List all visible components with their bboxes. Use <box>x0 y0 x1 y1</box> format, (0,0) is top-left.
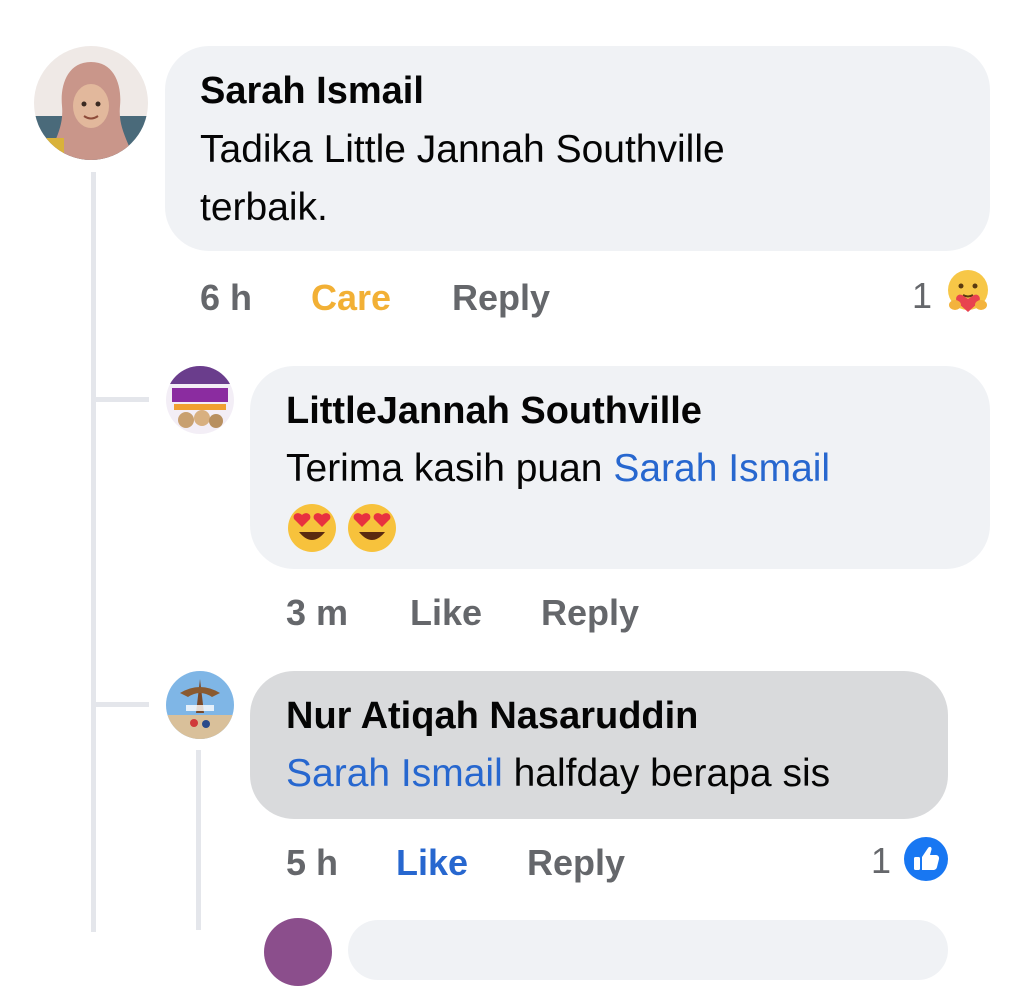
heart-eyes-emoji-icon <box>288 504 336 552</box>
like-button-active[interactable]: Like <box>396 842 468 884</box>
avatar-nuratiqah-icon <box>166 671 234 739</box>
comment-text: Terima kasih puan Sarah Ismail <box>286 440 966 498</box>
comment-timestamp[interactable]: 6 h <box>200 277 252 319</box>
reaction-count[interactable]: 1 <box>912 275 932 317</box>
thread-line-reply <box>196 750 201 930</box>
avatar-sarah-icon <box>34 46 148 160</box>
mention-link[interactable]: Sarah Ismail <box>286 752 503 795</box>
comment-text-suffix: halfday berapa sis <box>502 752 831 795</box>
thread-line-main <box>91 172 96 932</box>
comment-timestamp[interactable]: 3 m <box>286 592 348 634</box>
comment-author[interactable]: Nur Atiqah Nasaruddin <box>286 695 698 738</box>
emoji-row <box>286 502 398 554</box>
avatar-littlejannah-icon <box>166 366 234 434</box>
like-button[interactable]: Like <box>410 592 482 634</box>
comment-text-prefix: Terima kasih puan <box>286 447 614 490</box>
comment-text: Sarah Ismail halfday berapa sis <box>286 745 936 803</box>
care-reaction-button[interactable]: Care <box>311 277 391 319</box>
reaction-count[interactable]: 1 <box>871 840 891 882</box>
comment-author[interactable]: Sarah Ismail <box>200 70 424 113</box>
avatar[interactable] <box>166 366 234 434</box>
thread-branch-1 <box>91 397 149 402</box>
avatar[interactable] <box>166 671 234 739</box>
comment-timestamp[interactable]: 5 h <box>286 842 338 884</box>
reply-button[interactable]: Reply <box>541 592 639 634</box>
thread-branch-2 <box>91 702 149 707</box>
comment-text: Tadika Little Jannah Southville terbaik. <box>200 128 725 229</box>
avatar[interactable] <box>264 918 332 986</box>
comment-bubble <box>348 920 948 980</box>
reply-button[interactable]: Reply <box>527 842 625 884</box>
reply-button[interactable]: Reply <box>452 277 550 319</box>
avatar[interactable] <box>34 46 148 160</box>
heart-eyes-emoji-icon <box>348 504 397 552</box>
like-badge-icon[interactable] <box>903 836 949 882</box>
comment-author[interactable]: LittleJannah Southville <box>286 390 702 433</box>
mention-link[interactable]: Sarah Ismail <box>613 447 830 490</box>
care-emoji-icon[interactable] <box>944 268 992 316</box>
